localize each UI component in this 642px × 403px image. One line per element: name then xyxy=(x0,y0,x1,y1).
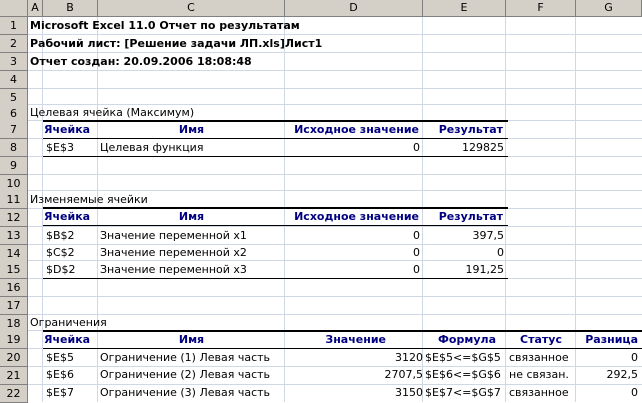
report-title: Microsoft Excel 11.0 Отчет по результата… xyxy=(30,19,300,32)
variable-row-result: 397,5 xyxy=(472,229,505,242)
column-header-f[interactable]: F xyxy=(506,0,576,17)
variable-row-initial: 0 xyxy=(413,246,420,259)
variables-bottom-border xyxy=(43,278,508,279)
variables-header-underline xyxy=(43,225,508,226)
target-header-cell: Ячейка xyxy=(44,123,91,136)
target-section-title: Целевая ячейка (Максимум) xyxy=(30,106,195,119)
constraints-header-value: Значение xyxy=(325,333,386,346)
row-header-13[interactable]: 13 xyxy=(0,227,28,245)
variable-row-cell: $B$2 xyxy=(46,229,75,242)
constraints-header-diff: Разница xyxy=(585,333,638,346)
column-header-c[interactable]: C xyxy=(98,0,285,17)
target-header-initial: Исходное значение xyxy=(294,123,419,136)
target-header-result: Результат xyxy=(438,123,503,136)
constraints-header-name: Имя xyxy=(178,333,205,346)
constraint-row-status: связанное xyxy=(509,351,569,364)
variables-header-cell: Ячейка xyxy=(44,210,91,223)
column-header-b[interactable]: B xyxy=(43,0,98,17)
variable-row-name: Значение переменной x2 xyxy=(100,246,247,259)
constraints-header-cell: Ячейка xyxy=(44,333,91,346)
variable-row-cell: $C$2 xyxy=(46,246,75,259)
column-header-d[interactable]: D xyxy=(285,0,423,17)
variable-row-cell: $D$2 xyxy=(46,263,76,276)
variables-header-name: Имя xyxy=(178,210,205,223)
row-header-15[interactable]: 15 xyxy=(0,261,28,279)
row-header-21[interactable]: 21 xyxy=(0,367,28,385)
target-bottom-border xyxy=(43,156,508,157)
constraints-header-formula: Формула xyxy=(438,333,496,346)
variable-row-result: 191,25 xyxy=(465,263,505,276)
row-header-2[interactable]: 2 xyxy=(0,35,28,53)
variables-header-initial: Исходное значение xyxy=(294,210,419,223)
constraint-row-name: Ограничение (3) Левая часть xyxy=(100,386,271,399)
column-header-a[interactable]: A xyxy=(28,0,43,17)
row-header-7[interactable]: 7 xyxy=(0,121,28,139)
target-row-result: 129825 xyxy=(462,141,504,154)
row-header-9[interactable]: 9 xyxy=(0,157,28,175)
constraint-row-cell: $E$5 xyxy=(46,351,74,364)
variables-header-result: Результат xyxy=(438,210,503,223)
constraint-row-name: Ограничение (1) Левая часть xyxy=(100,351,271,364)
row-header-20[interactable]: 20 xyxy=(0,349,28,367)
variable-row-name: Значение переменной x1 xyxy=(100,229,247,242)
constraint-row-diff: 292,5 xyxy=(606,368,639,381)
constraints-section-title: Ограничения xyxy=(30,316,107,329)
row-header-17[interactable]: 17 xyxy=(0,297,28,315)
constraints-header-status: Статус xyxy=(520,333,562,346)
constraint-row-cell: $E$6 xyxy=(46,368,74,381)
row-header-16[interactable]: 16 xyxy=(0,279,28,297)
variables-section-title: Изменяемые ячейки xyxy=(30,193,148,206)
variable-row-initial: 0 xyxy=(413,229,420,242)
variable-row-name: Значение переменной x3 xyxy=(100,263,247,276)
variable-row-initial: 0 xyxy=(413,263,420,276)
target-header-name: Имя xyxy=(178,123,205,136)
constraint-row-value: 3150 xyxy=(395,386,423,399)
row-header-8[interactable]: 8 xyxy=(0,139,28,157)
row-header-12[interactable]: 12 xyxy=(0,209,28,227)
constraint-row-value: 3120 xyxy=(395,351,423,364)
row-header-4[interactable]: 4 xyxy=(0,71,28,89)
constraint-row-cell: $E$7 xyxy=(46,386,74,399)
row-header-22[interactable]: 22 xyxy=(0,385,28,403)
constraint-row-name: Ограничение (2) Левая часть xyxy=(100,368,271,381)
row-header-1[interactable]: 1 xyxy=(0,17,28,35)
report-sheet: Рабочий лист: [Решение задачи ЛП.xls]Лис… xyxy=(30,37,323,50)
row-header-19[interactable]: 19 xyxy=(0,331,28,349)
constraint-row-status: связанное xyxy=(509,386,569,399)
target-row-initial: 0 xyxy=(413,141,420,154)
constraint-row-formula: $E$5<=$G$5 xyxy=(425,351,501,364)
select-all-corner[interactable] xyxy=(0,0,28,17)
column-header-g[interactable]: G xyxy=(576,0,642,17)
row-header-3[interactable]: 3 xyxy=(0,53,28,71)
report-created: Отчет создан: 20.09.2006 18:08:48 xyxy=(30,55,252,68)
target-row-cell: $E$3 xyxy=(46,141,74,154)
constraint-row-formula: $E$6<=$G$6 xyxy=(425,368,501,381)
constraint-row-diff: 0 xyxy=(631,351,638,364)
constraint-row-diff: 0 xyxy=(631,386,638,399)
column-header-e[interactable]: E xyxy=(423,0,506,17)
constraint-row-status: не связан. xyxy=(509,368,569,381)
row-header-11[interactable]: 11 xyxy=(0,191,28,209)
target-row-name: Целевая функция xyxy=(100,141,204,154)
variable-row-result: 0 xyxy=(497,246,504,259)
constraint-row-value: 2707,5 xyxy=(384,368,424,381)
constraint-row-formula: $E$7<=$G$7 xyxy=(425,386,501,399)
